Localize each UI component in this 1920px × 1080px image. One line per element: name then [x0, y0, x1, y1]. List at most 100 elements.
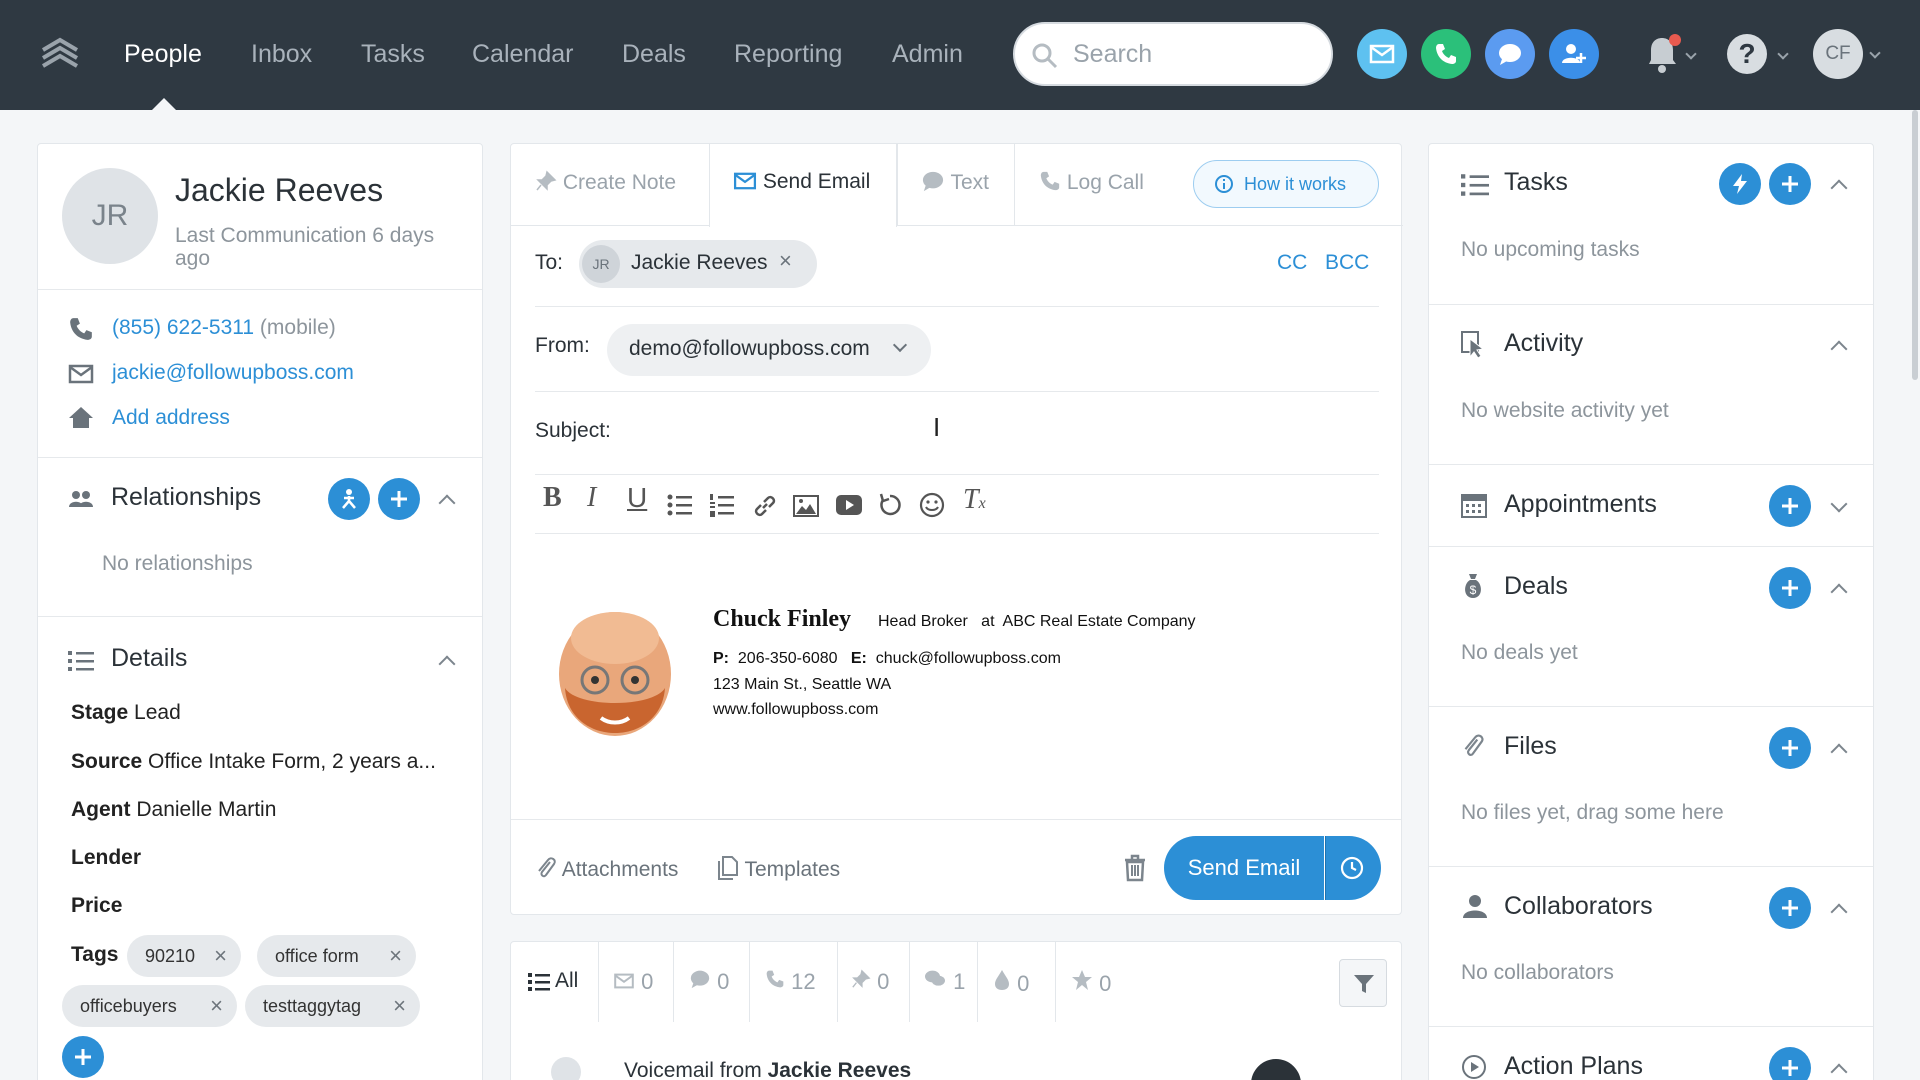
- tab-send-email[interactable]: Send Email: [733, 170, 870, 194]
- nav-inbox[interactable]: Inbox: [251, 0, 312, 110]
- remove-tag-icon[interactable]: ×: [214, 935, 227, 977]
- underline-icon[interactable]: U: [627, 482, 647, 514]
- collapse-chevron-icon[interactable]: [438, 494, 456, 512]
- nav-deals[interactable]: Deals: [622, 0, 686, 110]
- timeline-filter-button[interactable]: [1339, 959, 1387, 1007]
- search-box[interactable]: [1013, 22, 1333, 86]
- add-file-button[interactable]: [1769, 727, 1811, 769]
- filter-calls[interactable]: 12: [765, 969, 816, 995]
- search-input[interactable]: [1073, 36, 1313, 72]
- video-icon[interactable]: [835, 494, 863, 516]
- from-select[interactable]: demo@followupboss.com: [607, 324, 931, 376]
- filter-text[interactable]: 0: [689, 969, 729, 995]
- add-task-button[interactable]: [1769, 163, 1811, 205]
- how-it-works-button[interactable]: How it works: [1193, 160, 1379, 208]
- search-icon: [1032, 43, 1058, 69]
- tag-chip[interactable]: officebuyers ×: [62, 985, 237, 1027]
- page-scrollbar[interactable]: [1912, 110, 1918, 380]
- collapse-chevron-icon[interactable]: [1830, 340, 1848, 358]
- bullet-list-icon[interactable]: [667, 492, 693, 518]
- filter-favorites[interactable]: 0: [1071, 969, 1111, 997]
- contact-email[interactable]: jackie@followupboss.com: [112, 361, 354, 385]
- nav-reporting[interactable]: Reporting: [734, 0, 842, 110]
- add-action-plan-button[interactable]: [1769, 1047, 1811, 1080]
- clock-icon: [1340, 856, 1364, 880]
- recipient-chip[interactable]: JR Jackie Reeves ×: [579, 240, 817, 288]
- play-voicemail-button[interactable]: [1251, 1059, 1301, 1080]
- remove-tag-icon[interactable]: ×: [389, 935, 402, 977]
- help-button[interactable]: ?: [1725, 32, 1789, 78]
- filter-all[interactable]: All: [511, 942, 599, 1022]
- notifications-button[interactable]: [1643, 32, 1697, 78]
- filter-email[interactable]: 0: [613, 969, 653, 995]
- add-relationship-button[interactable]: [378, 478, 420, 520]
- trash-icon[interactable]: [1123, 854, 1147, 882]
- bcc-link[interactable]: BCC: [1325, 251, 1369, 275]
- collapse-chevron-icon[interactable]: [1830, 179, 1848, 197]
- agent-row[interactable]: Agent Danielle Martin: [71, 798, 276, 822]
- tab-create-note[interactable]: Create Note: [535, 170, 676, 195]
- chat-bubble-icon: [1499, 44, 1521, 65]
- nav-people[interactable]: People: [124, 0, 202, 110]
- collapse-chevron-icon[interactable]: [1830, 583, 1848, 601]
- remove-tag-icon[interactable]: ×: [210, 985, 223, 1027]
- signature-avatar: [559, 612, 671, 736]
- cc-link[interactable]: CC: [1277, 251, 1307, 275]
- nav-tasks[interactable]: Tasks: [361, 0, 425, 110]
- clear-format-icon[interactable]: Tx: [963, 484, 986, 516]
- stage-row[interactable]: Stage Lead: [71, 701, 181, 725]
- tag-chip[interactable]: testtaggytag ×: [245, 985, 420, 1027]
- filter-drips[interactable]: 0: [993, 969, 1029, 997]
- top-nav-bar: People Inbox Tasks Calendar Deals Report…: [0, 0, 1920, 110]
- divider: [837, 942, 838, 1022]
- add-tag-button[interactable]: [62, 1036, 104, 1078]
- link-icon[interactable]: [751, 492, 779, 520]
- chevron-down-icon: [892, 337, 908, 353]
- emoji-icon[interactable]: [919, 492, 945, 518]
- undo-icon[interactable]: [877, 492, 903, 518]
- tag-chip[interactable]: 90210 ×: [127, 935, 241, 977]
- add-appointment-button[interactable]: [1769, 485, 1811, 527]
- quick-call-button[interactable]: [1421, 29, 1471, 79]
- relationship-action-button[interactable]: [328, 478, 370, 520]
- add-person-button[interactable]: [1549, 29, 1599, 79]
- tasks-quick-action-button[interactable]: [1719, 163, 1761, 205]
- price-row[interactable]: Price: [71, 894, 122, 918]
- contact-phone[interactable]: (855) 622-5311 (mobile): [112, 316, 336, 340]
- filter-notes[interactable]: 0: [851, 969, 889, 995]
- add-address-link[interactable]: Add address: [112, 406, 230, 430]
- tab-log-call[interactable]: Log Call: [1039, 170, 1144, 195]
- image-icon[interactable]: [793, 494, 819, 518]
- user-menu[interactable]: CF: [1813, 29, 1883, 79]
- plus-icon: [1782, 900, 1798, 916]
- remove-tag-icon[interactable]: ×: [393, 985, 406, 1027]
- collapse-chevron-icon[interactable]: [1830, 903, 1848, 921]
- attachments-button[interactable]: Attachments: [535, 855, 678, 882]
- collapse-chevron-icon[interactable]: [1830, 743, 1848, 761]
- remove-recipient-icon[interactable]: ×: [779, 248, 792, 274]
- timeline-item-title[interactable]: Voicemail from Jackie Reeves: [624, 1059, 911, 1080]
- filter-conversations[interactable]: 1: [923, 969, 965, 995]
- bold-icon[interactable]: B: [543, 482, 562, 514]
- collapse-chevron-icon[interactable]: [438, 655, 456, 673]
- lender-row[interactable]: Lender: [71, 846, 141, 870]
- templates-button[interactable]: Templates: [717, 855, 840, 882]
- send-email-button[interactable]: Send Email: [1164, 836, 1324, 900]
- tab-text[interactable]: Text: [921, 170, 989, 195]
- nav-admin[interactable]: Admin: [892, 0, 963, 110]
- schedule-send-button[interactable]: [1325, 836, 1381, 900]
- app-logo-icon[interactable]: [40, 36, 80, 72]
- quick-email-button[interactable]: [1357, 29, 1407, 79]
- subject-input[interactable]: [631, 406, 1371, 454]
- collapse-chevron-icon[interactable]: [1830, 1063, 1848, 1080]
- nav-calendar[interactable]: Calendar: [472, 0, 573, 110]
- tag-chip[interactable]: office form ×: [257, 935, 416, 977]
- quick-text-button[interactable]: [1485, 29, 1535, 79]
- add-deal-button[interactable]: [1769, 567, 1811, 609]
- expand-chevron-icon[interactable]: [1830, 495, 1848, 513]
- add-collaborator-button[interactable]: [1769, 887, 1811, 929]
- italic-icon[interactable]: I: [587, 482, 596, 514]
- numbered-list-icon[interactable]: [709, 492, 735, 518]
- source-row[interactable]: Source Office Intake Form, 2 years a...: [71, 750, 436, 774]
- contact-name[interactable]: Jackie Reeves: [175, 172, 383, 209]
